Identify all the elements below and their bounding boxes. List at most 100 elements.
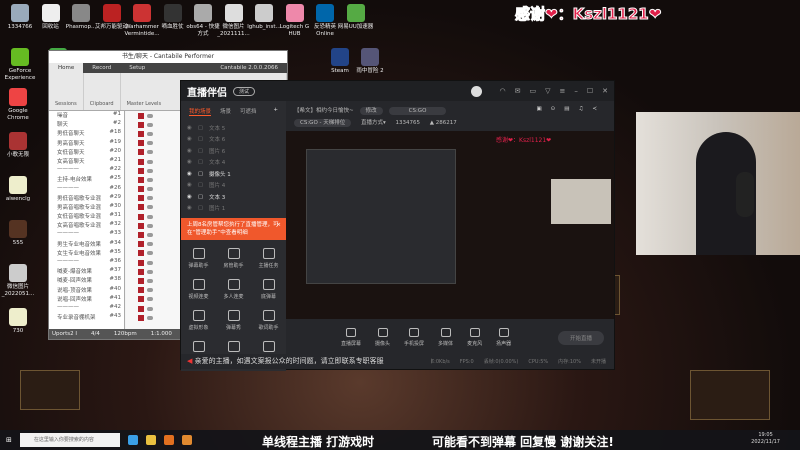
start-icon[interactable]: ⊞ — [6, 436, 12, 444]
tool-button[interactable]: 歌词助手 — [251, 310, 286, 331]
search-input[interactable]: 在这里输入你要搜索的内容 — [19, 433, 120, 447]
tab-my-scenes[interactable]: 我的场景 — [189, 107, 212, 116]
song-item[interactable]: ———— #36 — [49, 258, 124, 267]
song-item[interactable]: 喊麦-爆音效果 #37 — [49, 267, 124, 276]
lock-icon[interactable]: ▢ — [198, 194, 203, 200]
lock-icon[interactable]: ▢ — [198, 148, 203, 154]
song-item[interactable]: 噪音 #1 — [49, 111, 124, 120]
song-item[interactable]: 男生专业电音效果 #34 — [49, 240, 124, 249]
mode-field[interactable]: CS:GO - 天梯排位 — [294, 119, 352, 127]
room-action-icons[interactable]: ▣⊙▤♫≺ — [536, 106, 606, 112]
tool-button[interactable]: 弹幕秀 — [216, 310, 251, 331]
close-icon[interactable]: ✕ — [602, 87, 608, 95]
source-item[interactable]: ◉ ▢ 文本 4 — [181, 157, 286, 169]
tool-button[interactable]: 主播任务 — [251, 248, 286, 269]
edit-button[interactable]: 修改 — [359, 107, 383, 115]
lock-icon[interactable]: ▢ — [198, 205, 203, 211]
start-live-button[interactable]: 开始直播 — [557, 330, 604, 345]
eye-icon[interactable]: ◉ — [187, 159, 192, 165]
control-button[interactable]: 多媒体 — [438, 328, 453, 347]
song-item[interactable]: 男低音聊天 #18 — [49, 129, 124, 138]
source-item[interactable]: ◉ ▢ 摄像头 1 — [181, 168, 286, 180]
clock[interactable]: 19:05 2022/11/17 — [751, 432, 780, 446]
headset-icon[interactable]: ◠ — [499, 87, 505, 95]
tab-home[interactable]: Home — [49, 63, 84, 73]
eye-icon[interactable]: ◉ — [187, 194, 192, 200]
avatar[interactable] — [471, 85, 483, 97]
maximize-icon[interactable]: ☐ — [587, 87, 593, 95]
song-item[interactable]: 女高音唱歌专业混 #32 — [49, 221, 124, 230]
control-button[interactable]: 手机投屏 — [404, 328, 424, 347]
song-item[interactable]: ———— #42 — [49, 304, 124, 313]
song-item[interactable]: 喊麦-回声效果 #38 — [49, 276, 124, 285]
tool-button[interactable]: 底弹幕 — [251, 279, 286, 300]
song-item[interactable]: 女生专业电音效果 #35 — [49, 249, 124, 258]
tool-button[interactable]: 房管助手 — [216, 248, 251, 269]
eye-icon[interactable]: ◉ — [187, 205, 192, 211]
minimize-icon[interactable]: – — [574, 87, 578, 95]
app-icon[interactable] — [181, 435, 192, 445]
tool-button[interactable]: 虚拟形象 — [181, 310, 216, 331]
control-button[interactable]: 麦克风 — [467, 328, 482, 347]
eye-icon[interactable]: ◉ — [187, 182, 192, 188]
song-item[interactable]: 说唱-回声效果 #41 — [49, 295, 124, 304]
source-item[interactable]: ◉ ▢ 图片 4 — [181, 180, 286, 192]
control-button[interactable]: 直播屏幕 — [341, 328, 361, 347]
filter-icon[interactable]: ▽ — [545, 87, 550, 95]
song-item[interactable]: 专业录音棚机架 #43 — [49, 313, 124, 322]
song-item[interactable]: 女低音聊天 #20 — [49, 148, 124, 157]
source-item[interactable]: ◉ ▢ 文本 3 — [181, 191, 286, 203]
song-item[interactable]: ———— #22 — [49, 166, 124, 175]
desktop-icon[interactable]: 730 — [0, 308, 36, 335]
tool-button[interactable] — [181, 341, 216, 355]
live-mode-dropdown[interactable]: 直播方式▾ — [361, 120, 386, 126]
eye-icon[interactable]: ◉ — [187, 171, 192, 177]
tool-button[interactable]: 弹幕助手 — [181, 248, 216, 269]
tool-button[interactable] — [216, 341, 251, 355]
tool-button[interactable]: 多人连麦 — [216, 279, 251, 300]
song-item[interactable]: 主持-电台效果 #25 — [49, 175, 124, 184]
song-item[interactable]: 男高音聊天 #19 — [49, 139, 124, 148]
lock-icon[interactable]: ▢ — [198, 159, 203, 165]
screen-icon[interactable]: ▭ — [529, 87, 536, 95]
song-item[interactable]: 聊天 #2 — [49, 120, 124, 129]
desktop-icon[interactable]: GeForce Experience — [2, 48, 38, 82]
eye-icon[interactable]: ◉ — [187, 148, 192, 154]
desktop-icon[interactable]: 网易UU加速器 — [338, 4, 374, 31]
menu-icon[interactable]: ≡ — [559, 87, 565, 95]
add-icon[interactable]: + — [273, 107, 278, 116]
desktop-icon[interactable]: 雨中冒险 2 — [352, 48, 388, 75]
source-item[interactable]: ◉ ▢ 文本 5 — [181, 122, 286, 134]
message-icon[interactable]: ✉ — [515, 87, 521, 95]
source-item[interactable]: ◉ ▢ 文本 6 — [181, 134, 286, 146]
eye-icon[interactable]: ◉ — [187, 136, 192, 142]
desktop-icon[interactable]: 小歌无限 — [0, 132, 36, 159]
category-field[interactable]: CS:GO — [388, 107, 447, 115]
song-item[interactable]: 男低音唱歌专业混 #29 — [49, 194, 124, 203]
close-icon[interactable]: × — [276, 221, 281, 229]
song-item[interactable]: ———— #33 — [49, 230, 124, 239]
desktop-icon[interactable]: 微信图片_2022051... — [0, 264, 36, 298]
lock-icon[interactable]: ▢ — [198, 182, 203, 188]
desktop-icon[interactable]: aiwenclg — [0, 176, 36, 203]
song-item[interactable]: 说唱-顶音效果 #40 — [49, 286, 124, 295]
tool-button[interactable] — [251, 341, 286, 355]
tab-record[interactable]: Record — [83, 63, 120, 73]
song-item[interactable]: 女低音唱歌专业混 #31 — [49, 212, 124, 221]
tab-scenes[interactable]: 场景 — [220, 107, 231, 116]
eye-icon[interactable]: ◉ — [187, 125, 192, 131]
source-item[interactable]: ◉ ▢ 图片 6 — [181, 145, 286, 157]
song-item[interactable]: ———— #26 — [49, 185, 124, 194]
lock-icon[interactable]: ▢ — [198, 136, 203, 142]
folder-icon[interactable] — [145, 435, 156, 445]
lock-icon[interactable]: ▢ — [198, 171, 203, 177]
tab-setup[interactable]: Setup — [120, 63, 154, 73]
control-button[interactable]: 扬声器 — [496, 328, 511, 347]
tool-button[interactable]: 视频连麦 — [181, 279, 216, 300]
control-button[interactable]: 摄像头 — [375, 328, 390, 347]
song-item[interactable]: 女高音聊天 #21 — [49, 157, 124, 166]
tab-occlusion[interactable]: 可遮挡 — [240, 107, 257, 116]
desktop-icon[interactable]: Google Chrome — [0, 88, 36, 122]
beta-button[interactable]: 测试 — [233, 86, 256, 96]
lock-icon[interactable]: ▢ — [198, 125, 203, 131]
